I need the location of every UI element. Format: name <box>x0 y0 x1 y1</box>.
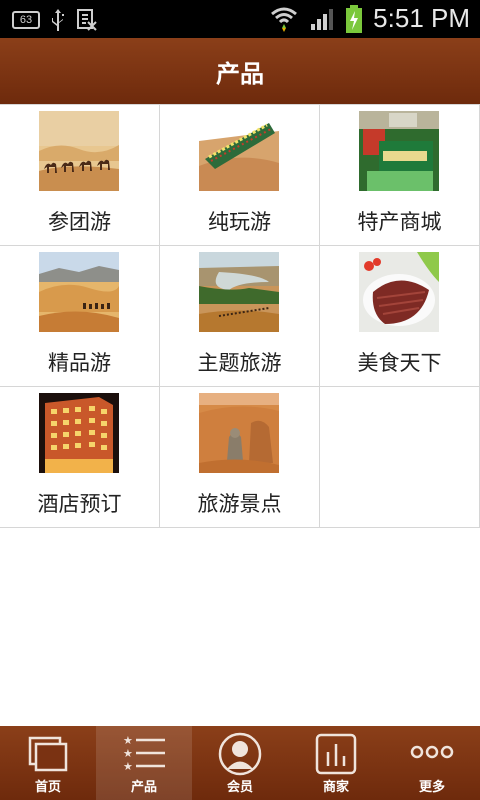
list-icon: ★ ★ ★ <box>123 734 165 773</box>
signal-icon <box>311 8 334 30</box>
nav-item-merchant[interactable]: 商家 <box>288 726 384 800</box>
camel-caravan-dunes-thumbnail <box>39 252 119 332</box>
document-edit-icon <box>77 9 97 31</box>
product-tile-pure-tour[interactable]: 纯玩游 <box>160 105 320 246</box>
nav-label: 会员 <box>226 780 253 795</box>
product-tile-food[interactable]: 美食天下 <box>320 246 480 387</box>
product-label: 美食天下 <box>357 351 442 375</box>
title-bar: 产品 <box>0 38 480 104</box>
wifi-icon <box>271 7 298 32</box>
clock: 5:51 PM <box>373 3 470 33</box>
camels-desert-thumbnail <box>39 111 119 191</box>
usb-icon <box>52 9 64 31</box>
nav-item-more[interactable]: 更多 <box>384 726 480 800</box>
product-tile-theme-tour[interactable]: 主题旅游 <box>160 246 320 387</box>
product-label: 参团游 <box>48 210 111 234</box>
nav-label: 首页 <box>34 780 61 795</box>
empty-tile <box>320 387 480 528</box>
specialty-boxes-thumbnail <box>359 111 439 191</box>
sliced-meat-thumbnail <box>359 252 439 332</box>
product-tile-hotel-booking[interactable]: 酒店预订 <box>0 387 160 528</box>
product-label: 酒店预订 <box>37 492 122 516</box>
nav-item-home[interactable]: 首页 <box>0 726 96 800</box>
product-label: 精品游 <box>48 351 111 375</box>
desert-statues-thumbnail <box>199 393 279 473</box>
status-bar: 63 5:51 PM <box>0 0 480 38</box>
user-icon <box>218 732 262 776</box>
product-tile-specialty-mall[interactable]: 特产商城 <box>320 105 480 246</box>
chart-icon <box>315 733 357 775</box>
home-icon <box>28 736 68 772</box>
hotel-night-thumbnail <box>39 393 119 473</box>
product-tile-attractions[interactable]: 旅游景点 <box>160 387 320 528</box>
sand-boat-thumbnail <box>199 111 279 191</box>
svg-text:★: ★ <box>123 734 133 747</box>
product-label: 旅游景点 <box>197 492 282 516</box>
river-valley-thumbnail <box>199 252 279 332</box>
nav-label: 产品 <box>130 780 157 795</box>
product-tile-premium-tour[interactable]: 精品游 <box>0 246 160 387</box>
nav-item-products[interactable]: ★ ★ ★ 产品 <box>96 726 192 800</box>
svg-text:★: ★ <box>123 760 133 773</box>
nav-item-member[interactable]: 会员 <box>192 726 288 800</box>
nav-label: 更多 <box>418 780 445 795</box>
svg-text:★: ★ <box>123 747 133 760</box>
product-grid: 参团游 纯玩游 特产商城 精品游 主题旅游 美食天下 酒店预订 旅游景点 <box>0 104 480 528</box>
more-icon <box>410 745 454 759</box>
product-label: 特产商城 <box>357 210 442 234</box>
bottom-nav: 首页 ★ ★ ★ 产品 会员 商家 更多 <box>0 726 480 800</box>
battery-charging-icon <box>346 4 363 33</box>
notification-count-badge: 63 <box>12 11 40 29</box>
page-title: 产品 <box>216 59 264 88</box>
product-tile-group-tour[interactable]: 参团游 <box>0 105 160 246</box>
product-label: 纯玩游 <box>208 210 271 234</box>
product-label: 主题旅游 <box>197 351 282 375</box>
nav-label: 商家 <box>322 780 349 795</box>
